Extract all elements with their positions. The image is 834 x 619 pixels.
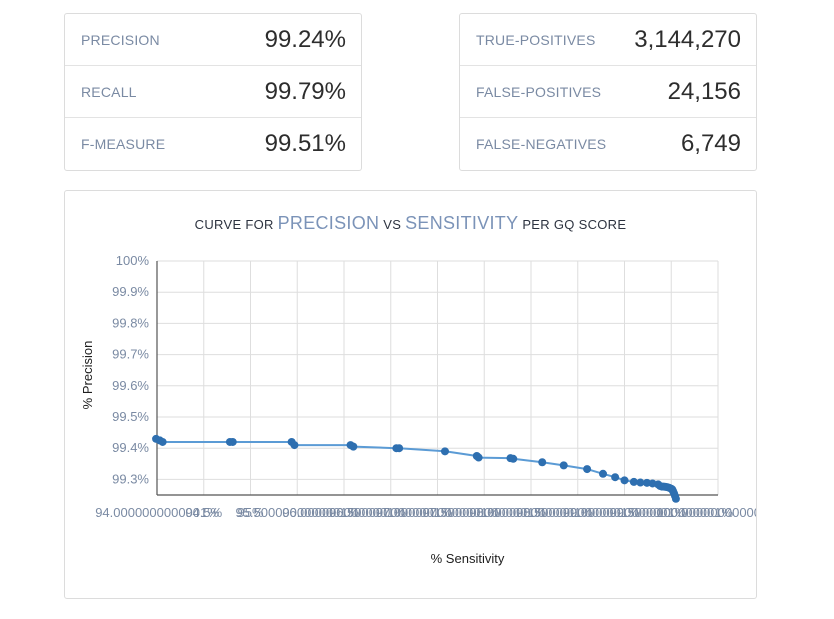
metric-label: FALSE-POSITIVES (476, 84, 602, 100)
metric-f-measure: F-MEASURE 99.51% (65, 118, 361, 170)
data-point (395, 444, 404, 453)
metric-value: 6,749 (680, 130, 741, 157)
metric-value: 99.51% (264, 130, 346, 157)
metric-false-positives: FALSE-POSITIVES 24,156 (460, 66, 756, 118)
metric-value: 3,144,270 (634, 26, 741, 53)
data-point (158, 437, 167, 446)
data-point (509, 454, 518, 463)
chart-card: CURVE FOR PRECISION VS SENSITIVITY PER G… (64, 190, 757, 599)
metric-precision: PRECISION 99.24% (65, 14, 361, 66)
metric-value: 24,156 (667, 78, 741, 105)
data-point (290, 441, 299, 450)
metrics-card-right: TRUE-POSITIVES 3,144,270 FALSE-POSITIVES… (459, 13, 757, 171)
x-tick-label: 94.5% (185, 505, 222, 520)
y-tick-label: 99.6% (112, 378, 149, 393)
metric-label: TRUE-POSITIVES (476, 32, 596, 48)
y-tick-label: 99.9% (112, 284, 149, 299)
y-tick-label: 99.8% (112, 315, 149, 330)
data-point (349, 442, 358, 451)
data-point (228, 437, 237, 446)
metric-label: F-MEASURE (81, 136, 166, 152)
data-point (671, 494, 680, 503)
y-tick-label: 99.7% (112, 347, 149, 362)
precision-sensitivity-chart: 99.3% 99.4% 99.5% 99.6% 99.7% 99.8% 99.9% 100% 9… (80, 253, 756, 566)
metric-label: PRECISION (81, 32, 160, 48)
metric-true-positives: TRUE-POSITIVES 3,144,270 (460, 14, 756, 66)
y-axis-title: % Precision (80, 341, 95, 410)
data-point (611, 473, 620, 482)
data-point (583, 465, 592, 474)
metric-recall: RECALL 99.79% (65, 66, 361, 118)
data-point (474, 453, 483, 462)
metric-value: 99.24% (264, 26, 346, 53)
metric-false-negatives: FALSE-NEGATIVES 6,749 (460, 118, 756, 170)
y-tick-label: 99.5% (112, 409, 149, 424)
data-point (538, 458, 547, 467)
x-tick-label: 100.000000000000% (656, 505, 756, 520)
data-point (440, 447, 449, 456)
metric-value: 99.79% (264, 78, 346, 105)
data-point (620, 476, 629, 485)
metric-label: RECALL (81, 84, 137, 100)
metrics-card-left: PRECISION 99.24% RECALL 99.79% F-MEASURE… (64, 13, 362, 171)
y-tick-label: 100% (116, 253, 150, 268)
y-tick-label: 99.3% (112, 471, 149, 486)
metric-label: FALSE-NEGATIVES (476, 136, 607, 152)
data-point (598, 469, 607, 478)
data-point (559, 461, 568, 470)
x-axis-title: % Sensitivity (431, 551, 505, 566)
y-tick-label: 99.4% (112, 440, 149, 455)
